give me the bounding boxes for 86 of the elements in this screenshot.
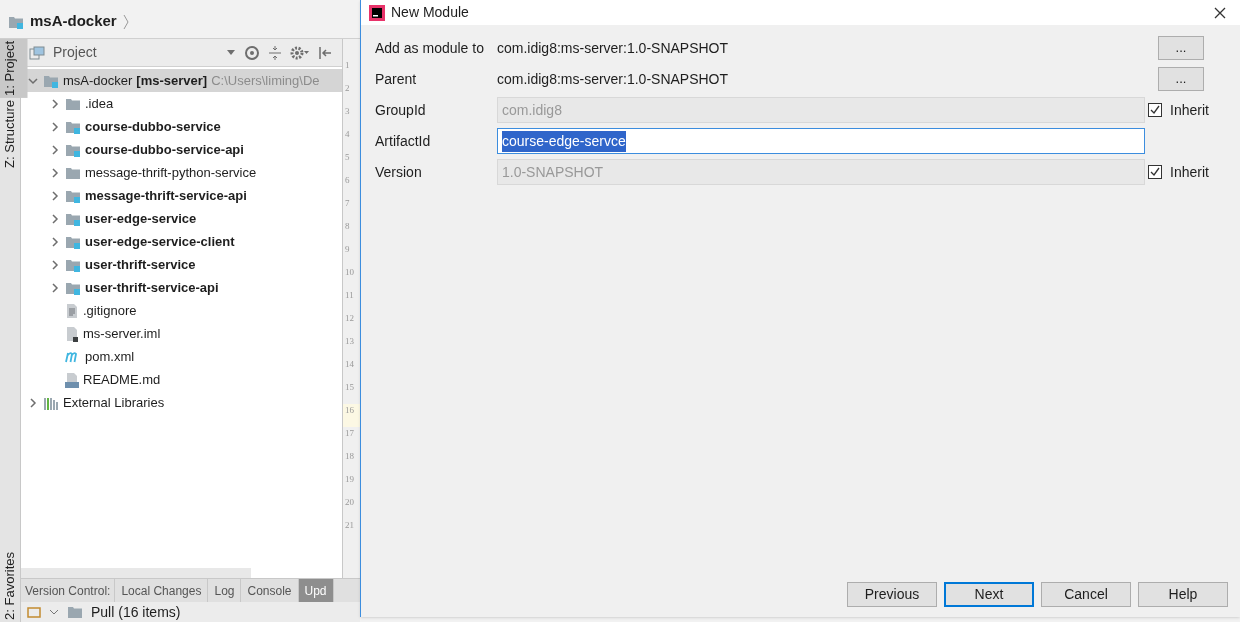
checkmark-icon: [1150, 105, 1160, 115]
tree-item-label[interactable]: pom.xml: [85, 346, 135, 367]
line-number: 7: [344, 197, 351, 210]
module-folder-icon: [65, 257, 81, 272]
tree-item-label[interactable]: course-dubbo-service: [85, 116, 221, 137]
tree-item-label[interactable]: message-thrift-service-api: [85, 185, 247, 206]
line-number: 13: [344, 335, 355, 348]
line-number: 14: [344, 358, 355, 371]
line-number: 12: [344, 312, 355, 325]
form-label: ArtifactId: [375, 131, 432, 151]
form-label: Parent: [375, 69, 418, 89]
tree-item-label[interactable]: .idea: [85, 93, 114, 114]
line-number: 8: [344, 220, 351, 233]
tree-item-label[interactable]: .gitignore: [83, 300, 137, 321]
line-number: 21: [344, 519, 355, 532]
settings-icon[interactable]: [290, 44, 310, 61]
line-number: 16: [343, 404, 360, 427]
project-path: C:\Users\liming\De: [211, 71, 320, 90]
tree-item-label[interactable]: ms-server.iml: [83, 323, 161, 344]
tree-item-label[interactable]: course-dubbo-service-api: [85, 139, 244, 160]
module-folder-icon: [65, 234, 81, 249]
tree-item-label[interactable]: user-edge-service: [85, 208, 197, 229]
tree-item-label[interactable]: msA-docker: [63, 70, 133, 91]
module-folder-icon: [65, 119, 81, 134]
module-folder-icon: [65, 211, 81, 226]
module-folder-icon: [65, 142, 81, 157]
form-label: Version: [375, 162, 423, 182]
markdown-file-icon: [65, 371, 79, 388]
browse-button[interactable]: ...: [1158, 36, 1204, 60]
tree-item-label[interactable]: user-edge-service-client: [85, 231, 235, 252]
module-file-icon: [65, 325, 79, 342]
side-tab[interactable]: Z: Structure: [0, 97, 28, 170]
breadcrumb-item[interactable]: msA-docker: [30, 10, 117, 33]
input-field[interactable]: course-edge-servce: [497, 128, 1145, 154]
app-logo-icon: [369, 4, 385, 21]
tree-item-label[interactable]: user-thrift-service: [85, 254, 196, 275]
line-number: 18: [344, 450, 355, 463]
collapse-icon[interactable]: [268, 44, 282, 61]
module-name: [ms-server]: [136, 71, 208, 90]
line-number: 20: [344, 496, 355, 509]
dropdown-caret-icon[interactable]: [226, 49, 236, 56]
line-number: 2: [344, 82, 351, 95]
target-icon[interactable]: [244, 44, 260, 61]
module-folder-icon: [65, 188, 81, 203]
tree-item-label[interactable]: message-thrift-python-service: [85, 162, 257, 183]
chevron-right-icon: [122, 13, 129, 30]
line-number: 6: [344, 174, 351, 187]
browse-button[interactable]: ...: [1158, 67, 1204, 91]
line-number: 4: [344, 128, 351, 141]
dialog-title: New Module: [391, 3, 469, 22]
dialog-button[interactable]: Cancel: [1041, 582, 1131, 607]
tree-item-label[interactable]: README.md: [83, 369, 161, 390]
module-folder-icon: [65, 280, 81, 295]
dialog-button[interactable]: Next: [944, 582, 1034, 607]
line-number: 5: [344, 151, 351, 164]
dialog-button[interactable]: Previous: [847, 582, 937, 607]
close-icon: [1214, 6, 1226, 19]
folder-icon: [67, 605, 83, 619]
library-bars-icon: [43, 395, 59, 410]
line-number: 1: [344, 59, 351, 72]
tree-item-label[interactable]: External Libraries: [63, 392, 165, 413]
form-value: com.idig8:ms-server:1.0-SNAPSHOT: [497, 69, 730, 89]
side-tab[interactable]: 1: Project: [0, 39, 28, 98]
form-label: Add as module to: [375, 38, 485, 58]
form-value: com.idig8:ms-server:1.0-SNAPSHOT: [497, 38, 730, 58]
window-icon: [29, 45, 45, 60]
checkmark-icon: [1150, 167, 1160, 177]
line-number: 11: [344, 289, 355, 302]
line-number: 19: [344, 473, 355, 486]
panel-title[interactable]: Project: [53, 42, 97, 63]
folder-icon: [65, 165, 81, 180]
dialog-button[interactable]: Help: [1138, 582, 1228, 607]
folder-icon: [65, 96, 81, 111]
line-number: 17: [344, 427, 355, 440]
hide-panel-icon[interactable]: [318, 44, 334, 61]
line-number: 15: [344, 381, 355, 394]
line-number: 9: [344, 243, 351, 256]
horizontal-scrollbar[interactable]: [21, 568, 251, 578]
module-folder-icon: [8, 14, 24, 29]
text-file-icon: [65, 302, 79, 319]
line-number: 3: [344, 105, 351, 118]
line-number: 10: [344, 266, 355, 279]
form-label: GroupId: [375, 100, 427, 120]
chevron-down-icon[interactable]: [49, 608, 59, 616]
module-folder-icon: [43, 73, 59, 88]
tree-item-label[interactable]: user-thrift-service-api: [85, 277, 219, 298]
